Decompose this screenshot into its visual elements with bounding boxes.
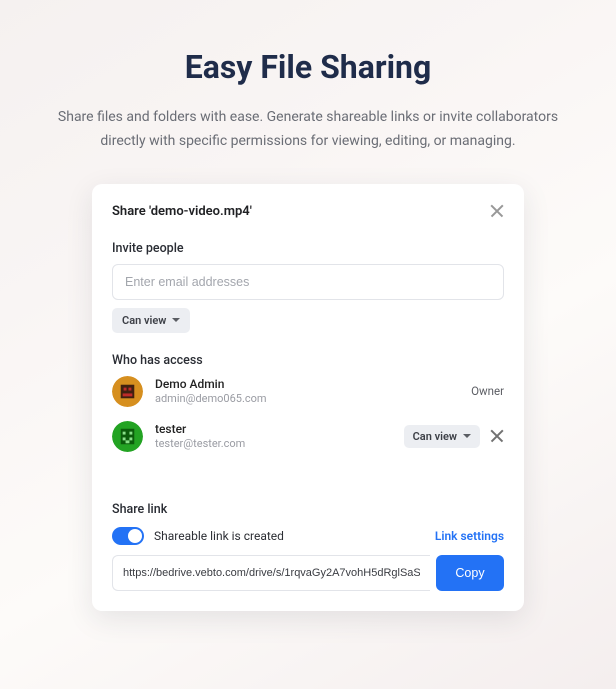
- avatar: [112, 421, 143, 452]
- user-email: admin@demo065.com: [155, 392, 267, 405]
- share-dialog: Share 'demo-video.mp4' Invite people Can…: [92, 184, 524, 611]
- remove-user-icon[interactable]: [490, 429, 504, 443]
- user-info: Demo Admin admin@demo065.com: [155, 377, 267, 405]
- page-headline: Easy File Sharing: [185, 48, 432, 86]
- chevron-down-icon: [463, 434, 471, 438]
- user-permission-dropdown[interactable]: Can view: [404, 425, 480, 448]
- avatar: [112, 376, 143, 407]
- share-status: Shareable link is created: [154, 529, 284, 543]
- link-settings-button[interactable]: Link settings: [435, 529, 504, 543]
- dialog-title: Share 'demo-video.mp4': [112, 204, 252, 219]
- user-name: tester: [155, 422, 245, 436]
- invite-permission-dropdown[interactable]: Can view: [112, 308, 190, 333]
- access-row: tester tester@tester.com Can view: [112, 421, 504, 452]
- access-row: Demo Admin admin@demo065.com Owner: [112, 376, 504, 407]
- chevron-down-icon: [172, 318, 180, 322]
- dialog-header: Share 'demo-video.mp4': [112, 204, 504, 219]
- page-subtext: Share files and folders with ease. Gener…: [48, 106, 568, 154]
- share-toggle[interactable]: [112, 527, 144, 545]
- user-email: tester@tester.com: [155, 437, 245, 450]
- role-label: Owner: [471, 384, 504, 398]
- email-input[interactable]: [112, 264, 504, 300]
- user-permission-label: Can view: [413, 430, 457, 443]
- close-icon[interactable]: [490, 204, 504, 218]
- share-url-input[interactable]: [112, 555, 430, 591]
- copy-button[interactable]: Copy: [436, 555, 504, 591]
- spacer: [112, 466, 504, 502]
- share-link-label: Share link: [112, 502, 504, 517]
- invite-permission-label: Can view: [122, 314, 166, 327]
- access-label: Who has access: [112, 353, 504, 368]
- share-link-row: Shareable link is created Link settings: [112, 527, 504, 545]
- invite-label: Invite people: [112, 241, 504, 256]
- user-info: tester tester@tester.com: [155, 422, 245, 450]
- link-row: Copy: [112, 555, 504, 591]
- user-name: Demo Admin: [155, 377, 267, 391]
